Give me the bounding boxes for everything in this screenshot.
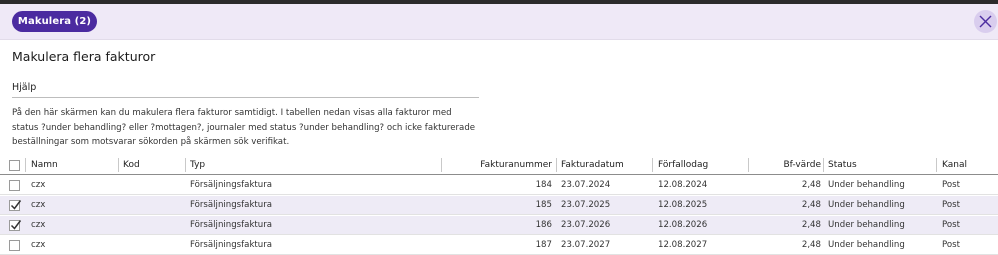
column-header-bf-varde[interactable]: Bf-värde (750, 155, 822, 174)
row-checkbox[interactable] (9, 220, 22, 231)
column-header-forfallodag[interactable]: Förfallodag (658, 155, 746, 174)
cell-fakturadatum: 23.07.2026 (561, 220, 611, 230)
close-icon (979, 15, 992, 28)
row-checkbox[interactable] (9, 240, 20, 251)
cell-typ: Försäljningsfaktura (190, 220, 273, 230)
cell-typ: Försäljningsfaktura (190, 200, 273, 210)
column-separator (936, 158, 937, 172)
cell-kanal: Post (942, 240, 960, 250)
column-separator (185, 158, 186, 172)
table-row[interactable]: czx Försäljningsfaktura 185 23.07.2025 1… (0, 196, 998, 215)
column-separator (556, 158, 557, 172)
row-checkbox[interactable] (9, 180, 20, 191)
cell-kod (123, 176, 183, 194)
cell-kod (123, 236, 183, 254)
table-row[interactable]: czx Försäljningsfaktura 184 23.07.2024 1… (0, 176, 998, 195)
help-text: På den här skärmen kan du makulera flera… (12, 106, 492, 150)
page-title: Makulera flera fakturor (12, 49, 156, 64)
cell-kanal: Post (942, 180, 960, 190)
table-row[interactable]: czx Försäljningsfaktura 187 23.07.2027 1… (0, 236, 998, 255)
help-line: status ?under behandling? eller ?mottage… (12, 122, 476, 133)
help-line: På den här skärmen kan du makulera flera… (12, 108, 452, 118)
cell-fakturadatum: 23.07.2024 (561, 180, 611, 190)
cell-kanal: Post (942, 200, 960, 210)
cell-fakturanummer: 186 (535, 220, 552, 230)
table-header: Namn Kod Typ Fakturanummer Fakturadatum … (0, 155, 998, 175)
cell-forfallodag: 12.08.2027 (658, 240, 708, 250)
column-header-kod[interactable]: Kod (123, 155, 183, 174)
cell-fakturanummer: 185 (535, 200, 552, 210)
help-divider (12, 97, 479, 98)
close-button[interactable] (974, 10, 997, 33)
column-header-fakturadatum[interactable]: Fakturadatum (561, 155, 651, 174)
cell-forfallodag: 12.08.2026 (658, 220, 708, 230)
cell-fakturadatum: 23.07.2025 (561, 200, 611, 210)
cell-typ: Försäljningsfaktura (190, 180, 273, 190)
cell-kod (123, 216, 183, 234)
checkmark-icon (10, 220, 22, 230)
help-line: beställningar som motsvarar sökorden på … (12, 137, 290, 147)
column-separator (25, 158, 26, 172)
column-separator (652, 158, 653, 172)
cell-status: Under behandling (828, 240, 905, 250)
cell-bf-varde: 2,48 (801, 220, 821, 230)
cell-forfallodag: 12.08.2025 (658, 200, 708, 210)
cell-bf-varde: 2,48 (801, 240, 821, 250)
cell-kanal: Post (942, 220, 960, 230)
help-heading: Hjälp (12, 82, 37, 93)
column-header-kanal[interactable]: Kanal (942, 155, 992, 174)
cell-typ: Försäljningsfaktura (190, 240, 273, 250)
cell-fakturanummer: 187 (535, 240, 552, 250)
cell-status: Under behandling (828, 220, 905, 230)
cell-namn: czx (31, 240, 46, 250)
column-separator (823, 158, 824, 172)
cell-status: Under behandling (828, 180, 905, 190)
column-header-status[interactable]: Status (828, 155, 933, 174)
row-checkbox[interactable] (9, 200, 22, 211)
cell-forfallodag: 12.08.2024 (658, 180, 708, 190)
column-header-namn[interactable]: Namn (31, 155, 116, 174)
makulera-button[interactable]: Makulera (2) (12, 11, 97, 32)
cell-namn: czx (31, 180, 46, 190)
column-separator (118, 158, 119, 172)
column-header-typ[interactable]: Typ (190, 155, 435, 174)
cell-status: Under behandling (828, 200, 905, 210)
column-header-fakturanummer[interactable]: Fakturanummer (442, 155, 552, 174)
cell-bf-varde: 2,48 (801, 200, 821, 210)
cell-namn: czx (31, 200, 46, 210)
cell-kod (123, 196, 183, 214)
column-separator (748, 158, 749, 172)
cell-bf-varde: 2,48 (801, 180, 821, 190)
table-row[interactable]: czx Försäljningsfaktura 186 23.07.2026 1… (0, 216, 998, 235)
cell-namn: czx (31, 220, 46, 230)
checkmark-icon (10, 200, 22, 210)
cell-fakturadatum: 23.07.2027 (561, 240, 611, 250)
cell-fakturanummer: 184 (535, 180, 552, 190)
select-all-checkbox[interactable] (9, 160, 20, 171)
action-bar: Makulera (2) (0, 4, 998, 40)
